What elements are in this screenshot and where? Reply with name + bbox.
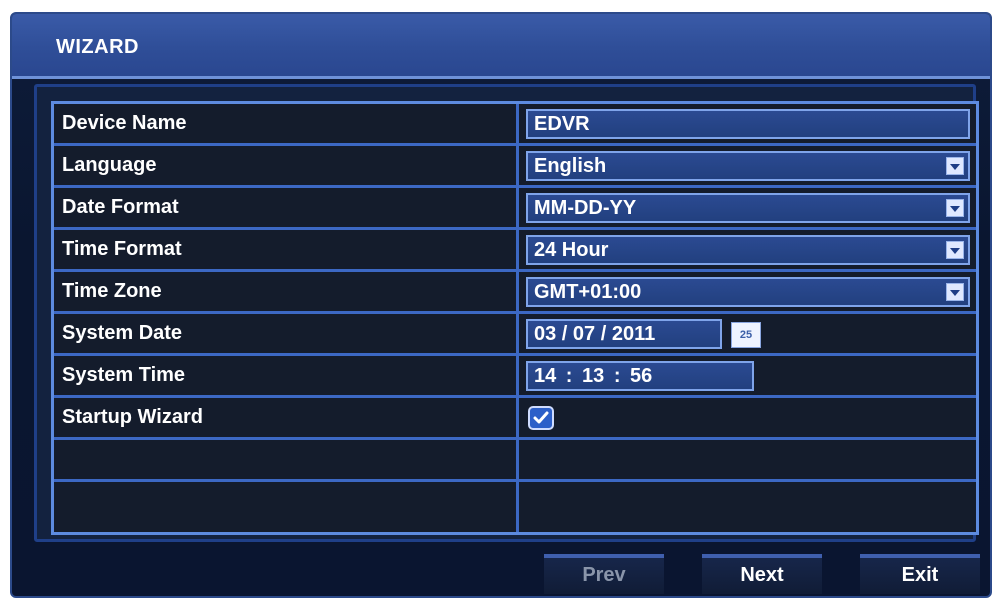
window-title: WIZARD	[56, 36, 139, 58]
system-time-input[interactable]: 14 : 13 : 56	[526, 361, 754, 391]
row-language: Language English	[54, 146, 976, 188]
time-format-value: 24 Hour	[534, 239, 609, 261]
wizard-window: WIZARD Device Name EDVR Language English…	[10, 12, 992, 598]
row-system-date: System Date 03 / 07 / 2011 25	[54, 314, 976, 356]
settings-table: Device Name EDVR Language English Date F…	[51, 101, 979, 535]
language-value: English	[534, 155, 607, 177]
next-button[interactable]: Next	[702, 554, 822, 594]
chevron-down-icon[interactable]	[946, 241, 964, 259]
time-format-select[interactable]: 24 Hour	[526, 235, 970, 265]
system-date-input[interactable]: 03 / 07 / 2011 25	[526, 319, 761, 349]
system-date-value: 03 / 07 / 2011	[534, 323, 656, 345]
row-device-name: Device Name EDVR	[54, 104, 976, 146]
language-select[interactable]: English	[526, 151, 970, 181]
button-bar: Prev Next Exit	[12, 550, 990, 596]
title-bar: WIZARD	[12, 14, 990, 79]
column-divider	[516, 104, 519, 532]
settings-panel-frame: Device Name EDVR Language English Date F…	[34, 84, 979, 542]
date-format-label: Date Format	[62, 196, 179, 218]
calendar-icon[interactable]: 25	[731, 322, 761, 348]
date-format-select[interactable]: MM-DD-YY	[526, 193, 970, 223]
device-name-input[interactable]: EDVR	[526, 109, 970, 139]
row-empty	[54, 440, 976, 482]
startup-wizard-checkbox[interactable]	[528, 406, 554, 430]
chevron-down-icon[interactable]	[946, 283, 964, 301]
startup-wizard-label: Startup Wizard	[62, 406, 203, 428]
chevron-down-icon[interactable]	[946, 157, 964, 175]
row-empty	[54, 482, 976, 524]
language-label: Language	[62, 154, 157, 176]
row-date-format: Date Format MM-DD-YY	[54, 188, 976, 230]
exit-button[interactable]: Exit	[860, 554, 980, 594]
system-date-label: System Date	[62, 322, 183, 344]
device-name-label: Device Name	[62, 112, 187, 134]
time-zone-value: GMT+01:00	[534, 281, 642, 303]
time-zone-select[interactable]: GMT+01:00	[526, 277, 970, 307]
row-time-zone: Time Zone GMT+01:00	[54, 272, 976, 314]
row-startup-wizard: Startup Wizard	[54, 398, 976, 440]
time-zone-label: Time Zone	[62, 280, 162, 302]
chevron-down-icon[interactable]	[946, 199, 964, 217]
prev-button[interactable]: Prev	[544, 554, 664, 594]
row-system-time: System Time 14 : 13 : 56	[54, 356, 976, 398]
date-format-value: MM-DD-YY	[534, 197, 637, 219]
row-time-format: Time Format 24 Hour	[54, 230, 976, 272]
time-format-label: Time Format	[62, 238, 182, 260]
checkmark-icon	[533, 411, 549, 424]
system-time-label: System Time	[62, 364, 186, 386]
